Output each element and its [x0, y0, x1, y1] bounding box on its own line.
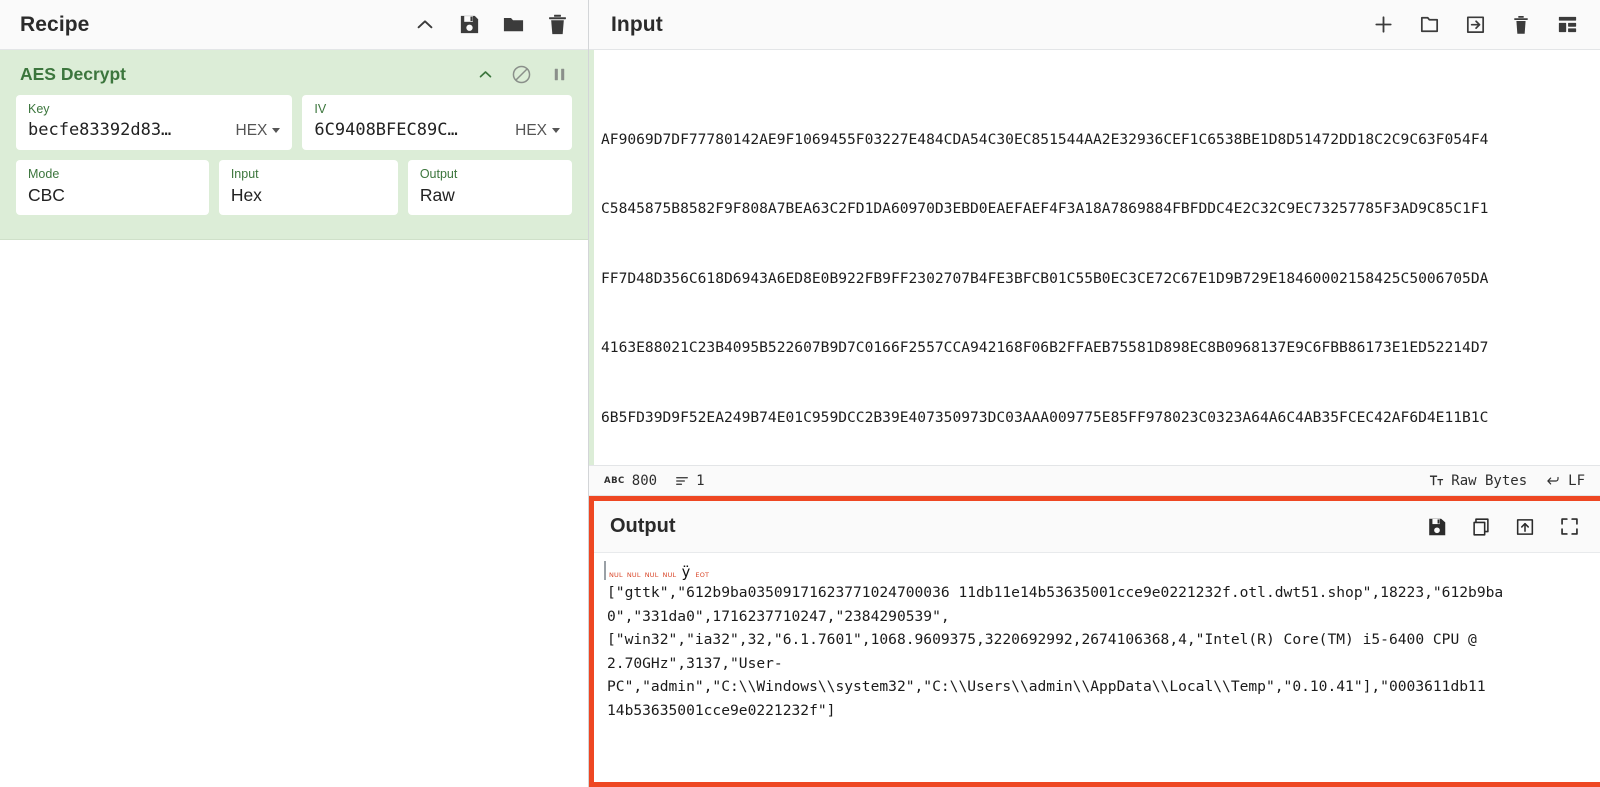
output-line: ["win32","ia32",32,"6.1.7601",1068.96093… [607, 631, 1477, 648]
arg-key-format-label: HEX [235, 121, 268, 139]
input-status-right: Raw Bytes LF [1420, 473, 1594, 489]
control-char-y-diaeresis: ÿ [681, 563, 691, 581]
arg-iv-value[interactable]: 6C9408BFEC89C… [314, 120, 505, 141]
arg-key[interactable]: Key becfe83392d83… HEX [16, 95, 293, 150]
open-input-icon[interactable] [1462, 12, 1488, 38]
input-gutter [589, 50, 594, 465]
copy-output-icon[interactable] [1468, 514, 1494, 540]
output-line: 14b53635001cce9e0221232f"] [607, 701, 836, 719]
operation-aes-decrypt[interactable]: AES Decrypt Key becfe83392d83… HEX IV 6C… [0, 50, 588, 241]
chevron-down-icon [552, 128, 560, 134]
control-char-nul: NUL [609, 570, 623, 579]
output-line: 0","331da0",1716237710247,"2384290539", [607, 607, 950, 625]
clear-recipe-icon[interactable] [544, 12, 570, 38]
operation-args-row-2: Mode CBC Input Hex Output Raw [0, 159, 588, 216]
arg-key-label: Key [28, 102, 50, 116]
output-pane: Output NUL NUL NUL NUL ÿ EOT ["gttk","61… [589, 496, 1600, 787]
output-scrollbar[interactable] [1591, 553, 1600, 782]
operation-header: AES Decrypt [0, 50, 588, 95]
reset-layout-icon[interactable] [1554, 12, 1580, 38]
input-line: 4163E88021C23B4095B522607B9D7C0166F2557C… [601, 339, 1489, 357]
recipe-title: Recipe [20, 12, 90, 36]
arg-output-label: Output [419, 166, 458, 181]
output-title: Output [610, 515, 676, 537]
line-count-icon [675, 474, 689, 488]
input-encoding-status[interactable]: Raw Bytes [1420, 473, 1536, 489]
input-lines-status[interactable]: 1 [666, 473, 713, 489]
arg-input-label: Input [230, 166, 259, 181]
input-length-status[interactable]: ABC 800 [595, 473, 666, 489]
arg-iv[interactable]: IV 6C9408BFEC89C… HEX [302, 95, 572, 150]
abc-length-icon: ABC [604, 475, 625, 486]
output-header-actions [1424, 514, 1582, 540]
arg-mode-value[interactable]: CBC [28, 185, 197, 207]
input-header-actions [1370, 12, 1580, 38]
disable-operation-icon[interactable] [511, 64, 532, 85]
operation-actions [477, 64, 570, 85]
recipe-pane-header: Recipe [0, 0, 588, 50]
input-status-bar: ABC 800 1 Raw Bytes LF [589, 465, 1600, 495]
arg-key-value[interactable]: becfe83392d83… [28, 120, 226, 141]
io-column: Input AF9069D7DF77780142AE9F1069455F0322… [589, 0, 1600, 787]
control-char-eot: EOT [695, 570, 710, 579]
output-line: PC","admin","C:\\Windows\\system32","C:\… [607, 678, 1486, 695]
font-size-icon [1429, 473, 1444, 488]
input-encoding-value: Raw Bytes [1451, 472, 1528, 489]
input-length-value: 800 [631, 472, 658, 489]
operation-title: AES Decrypt [20, 64, 127, 84]
input-line-ending-value: LF [1568, 472, 1585, 489]
replace-input-icon[interactable] [1512, 514, 1538, 540]
line-ending-icon [1545, 474, 1561, 488]
output-control-chars: NUL NUL NUL NUL ÿ EOT [604, 561, 1600, 580]
arg-mode[interactable]: Mode CBC [16, 159, 209, 216]
open-folder-icon[interactable] [1416, 12, 1442, 38]
input-pane: Input AF9069D7DF77780142AE9F1069455F0322… [589, 0, 1600, 496]
arg-iv-format-select[interactable]: HEX [505, 122, 560, 141]
input-title: Input [611, 12, 663, 36]
control-char-nul: NUL [626, 570, 641, 579]
arg-input-value[interactable]: Hex [231, 185, 386, 207]
input-lines-value: 1 [696, 472, 705, 489]
clear-input-icon[interactable] [1508, 12, 1534, 38]
save-recipe-icon[interactable] [456, 12, 482, 38]
operation-args-row-1: Key becfe83392d83… HEX IV 6C9408BFEC89C… [0, 95, 588, 150]
input-line: FF7D48D356C618D6943A6ED8E0B922FB9FF23027… [601, 269, 1489, 287]
input-pane-header: Input [589, 0, 1600, 50]
add-input-tab-icon[interactable] [1370, 12, 1396, 38]
chevron-down-icon [272, 128, 281, 134]
collapse-operation-icon[interactable] [477, 66, 494, 83]
arg-key-format-select[interactable]: HEX [226, 122, 281, 141]
recipe-header-actions [412, 12, 570, 38]
control-char-nul: NUL [662, 570, 677, 579]
maximise-output-icon[interactable] [1556, 514, 1582, 540]
load-recipe-icon[interactable] [500, 12, 526, 38]
output-line: ["gttk","612b9ba03509171623771024700036 … [607, 584, 1504, 601]
arg-input[interactable]: Input Hex [218, 159, 398, 216]
input-line: 6B5FD39D9F52EA249B74E01C959DCC2B39E40735… [601, 409, 1489, 427]
arg-mode-label: Mode [28, 166, 60, 181]
collapse-chevron-icon[interactable] [412, 12, 438, 38]
output-line: 2.70GHz",3137,"User- [607, 654, 783, 672]
input-textarea[interactable]: AF9069D7DF77780142AE9F1069455F03227E484C… [589, 50, 1600, 465]
output-textarea[interactable]: NUL NUL NUL NUL ÿ EOT ["gttk","612b9ba03… [594, 553, 1600, 782]
recipe-pane: Recipe AES Decrypt Key becfe83392d83… HE… [0, 0, 589, 787]
input-line: AF9069D7DF77780142AE9F1069455F03227E484C… [601, 130, 1489, 148]
recipe-operation-list: AES Decrypt Key becfe83392d83… HEX IV 6C… [0, 50, 588, 787]
cyberchef-app: Recipe AES Decrypt Key becfe83392d83… HE… [0, 0, 1600, 787]
save-output-icon[interactable] [1424, 514, 1450, 540]
input-line: C5845875B8582F9F808A7BEA63C2FD1DA60970D3… [601, 200, 1489, 218]
control-char-nul: NUL [644, 570, 659, 579]
arg-iv-format-label: HEX [515, 121, 547, 139]
arg-output-value[interactable]: Raw [420, 185, 560, 207]
input-line-ending-status[interactable]: LF [1536, 473, 1594, 489]
arg-iv-label: IV [314, 102, 327, 116]
arg-output[interactable]: Output Raw [407, 159, 572, 216]
breakpoint-operation-icon[interactable] [549, 64, 570, 85]
output-pane-header: Output [594, 501, 1600, 553]
